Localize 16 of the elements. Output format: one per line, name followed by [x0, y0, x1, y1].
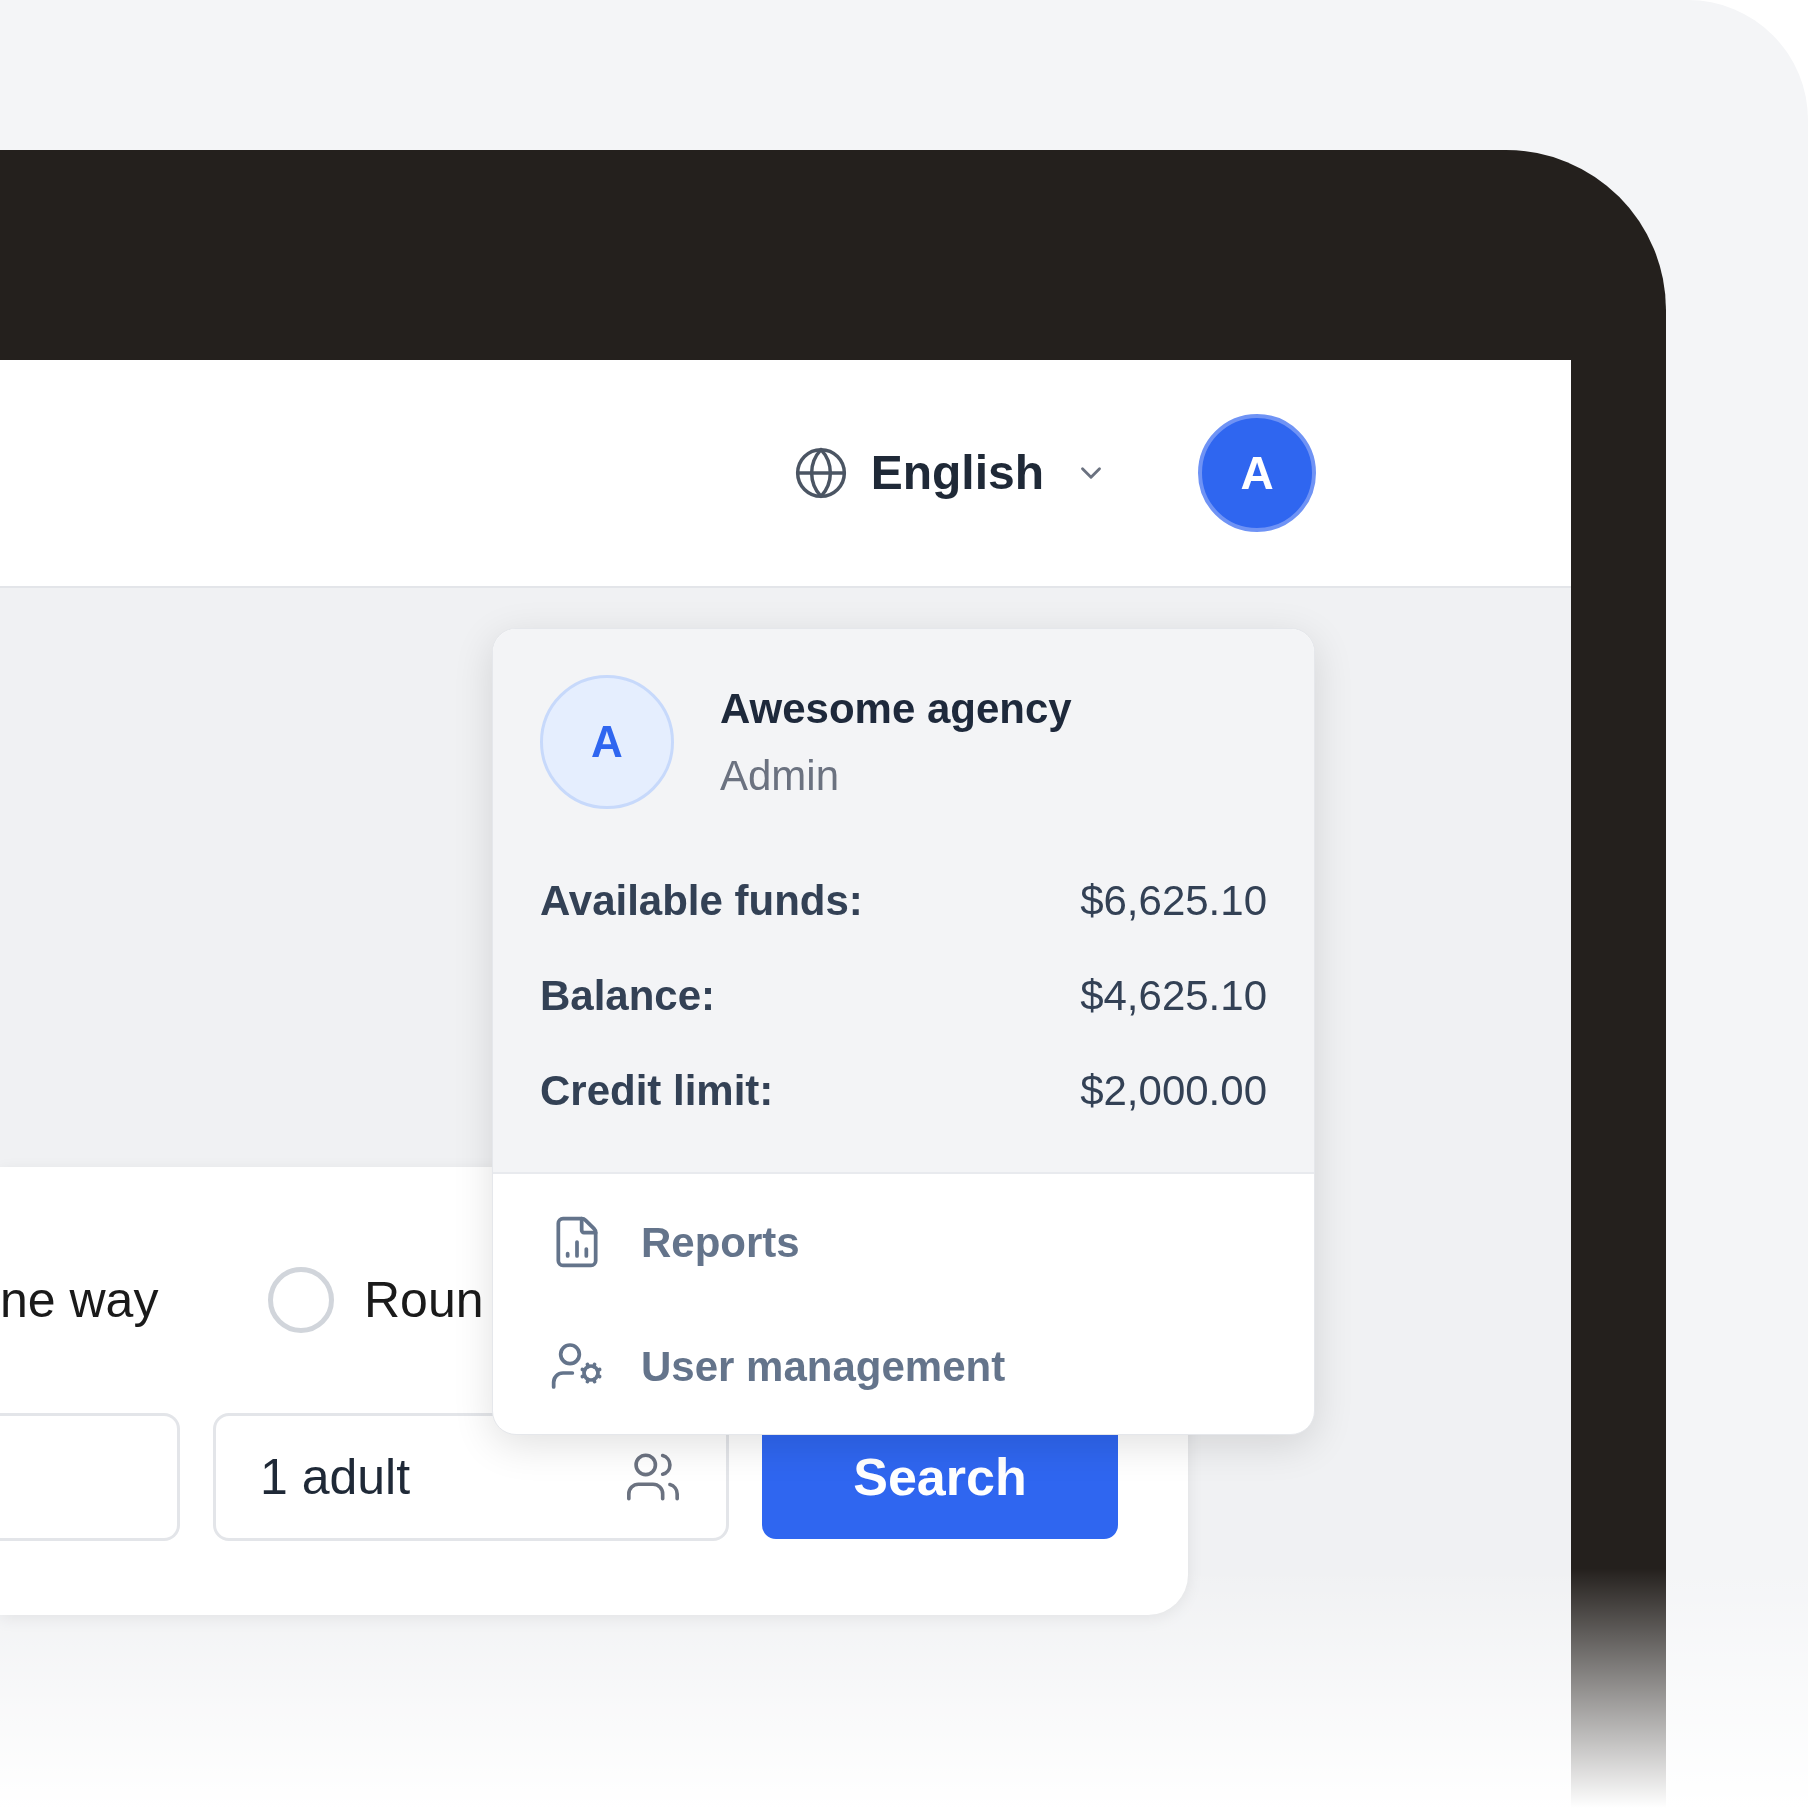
funds-value: $6,625.10 — [1080, 876, 1267, 926]
funds-value: $2,000.00 — [1080, 1066, 1267, 1116]
agency-name: Awesome agency — [720, 684, 1072, 734]
trip-option-label: ne way — [0, 1270, 160, 1330]
funds-label: Credit limit: — [540, 1066, 774, 1116]
funds-value: $4,625.10 — [1080, 971, 1267, 1021]
funds-label: Available funds: — [540, 876, 863, 926]
funds-label: Balance: — [540, 971, 716, 1021]
input-field[interactable] — [0, 1413, 180, 1541]
menu-item[interactable]: Reports — [493, 1180, 1314, 1304]
radio-button[interactable] — [268, 1267, 334, 1333]
agency-avatar: A — [540, 675, 674, 809]
radio-label[interactable]: Roun — [364, 1262, 484, 1338]
language-selector[interactable]: English — [792, 437, 1108, 509]
user-avatar[interactable]: A — [1198, 414, 1316, 532]
user-role: Admin — [720, 751, 841, 801]
